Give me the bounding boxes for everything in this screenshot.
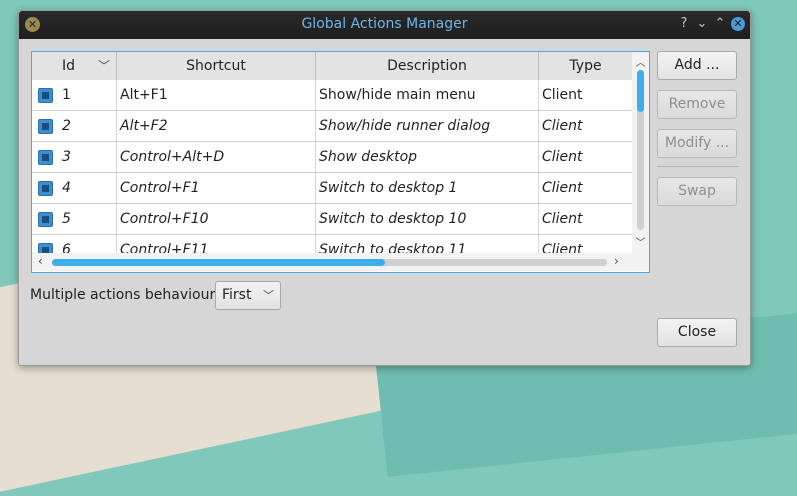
table-row[interactable]: 5 Control+F10 Switch to desktop 10 Clien… — [32, 204, 632, 235]
add-button[interactable]: Add ... — [657, 51, 737, 80]
enabled-checkbox[interactable] — [38, 150, 53, 165]
remove-button[interactable]: Remove — [657, 90, 737, 119]
description-cell: Show desktop — [316, 142, 539, 172]
id-cell: 2 — [32, 111, 117, 141]
help-button[interactable]: ? — [676, 15, 692, 33]
id-value: 2 — [62, 118, 71, 134]
shortcut-cell: Control+Alt+D — [117, 142, 316, 172]
table-row[interactable]: 1 Alt+F1 Show/hide main menu Client — [32, 80, 632, 111]
multiple-actions-label: Multiple actions behaviour: — [30, 287, 220, 303]
column-header-type[interactable]: Type — [539, 52, 632, 80]
type-cell: Client — [542, 87, 583, 103]
vertical-scrollbar[interactable]: ︿ ﹀ — [632, 52, 649, 260]
enabled-checkbox[interactable] — [38, 119, 53, 134]
table-header: Id ﹀ Shortcut Description Type — [32, 52, 632, 81]
shortcut-cell: Alt+F1 — [117, 80, 316, 110]
swap-button[interactable]: Swap — [657, 177, 737, 206]
description-cell: Show/hide runner dialog — [316, 111, 539, 141]
column-header-description[interactable]: Description — [316, 52, 539, 80]
title-bar[interactable]: ✕ Global Actions Manager ? ⌄ ⌃ ✕ — [19, 11, 750, 39]
chevron-down-icon[interactable]: ﹀ — [632, 234, 649, 249]
type-cell: Client — [542, 149, 583, 165]
type-cell: Client — [542, 118, 583, 134]
close-button[interactable]: Close — [657, 318, 737, 347]
enabled-checkbox[interactable] — [38, 88, 53, 103]
id-value: 3 — [62, 149, 71, 165]
button-separator — [657, 166, 739, 167]
shortcut-cell: Control+F10 — [117, 204, 316, 234]
window-title: Global Actions Manager — [301, 16, 468, 32]
dialog-window: ✕ Global Actions Manager ? ⌄ ⌃ ✕ Id ﹀ Sh… — [18, 10, 751, 366]
table-row[interactable]: 2 Alt+F2 Show/hide runner dialog Client — [32, 111, 632, 142]
description-cell: Switch to desktop 1 — [316, 173, 539, 203]
id-value: 5 — [62, 211, 71, 227]
actions-table: Id ﹀ Shortcut Description Type 1 Alt+F1 … — [31, 51, 650, 273]
shortcut-cell: Control+F1 — [117, 173, 316, 203]
table-row[interactable]: 4 Control+F1 Switch to desktop 1 Client — [32, 173, 632, 204]
table-row[interactable]: 3 Control+Alt+D Show desktop Client — [32, 142, 632, 173]
id-cell: 5 — [32, 204, 117, 234]
type-cell: Client — [542, 180, 583, 196]
id-value: 1 — [62, 87, 71, 103]
table-body: 1 Alt+F1 Show/hide main menu Client 2 Al… — [32, 80, 632, 260]
select-value: First — [222, 287, 252, 303]
id-value: 4 — [62, 180, 71, 196]
column-header-label: Id — [62, 58, 76, 74]
chevron-left-icon[interactable]: ‹ — [38, 254, 43, 268]
id-cell: 3 — [32, 142, 117, 172]
description-cell: Show/hide main menu — [316, 80, 539, 110]
column-header-id[interactable]: Id ﹀ — [32, 52, 117, 80]
id-cell: 4 — [32, 173, 117, 203]
horizontal-scrollbar[interactable]: ‹ › — [32, 253, 649, 271]
enabled-checkbox[interactable] — [38, 212, 53, 227]
column-header-shortcut[interactable]: Shortcut — [117, 52, 316, 80]
scroll-thumb[interactable] — [52, 259, 385, 266]
chevron-right-icon[interactable]: › — [614, 254, 619, 268]
description-cell: Switch to desktop 10 — [316, 204, 539, 234]
enabled-checkbox[interactable] — [38, 181, 53, 196]
multiple-actions-select[interactable]: First ﹀ — [215, 281, 281, 310]
minimize-button[interactable]: ⌄ — [694, 15, 710, 33]
chevron-down-icon: ﹀ — [97, 59, 110, 73]
window-close-button[interactable]: ✕ — [731, 17, 745, 31]
shortcut-cell: Alt+F2 — [117, 111, 316, 141]
type-cell: Client — [542, 211, 583, 227]
maximize-button[interactable]: ⌃ — [712, 15, 728, 33]
scroll-thumb[interactable] — [637, 70, 644, 112]
chevron-up-icon[interactable]: ︿ — [632, 54, 649, 69]
id-cell: 1 — [32, 80, 117, 110]
modify-button[interactable]: Modify ... — [657, 129, 737, 158]
chevron-down-icon: ﹀ — [263, 289, 274, 302]
